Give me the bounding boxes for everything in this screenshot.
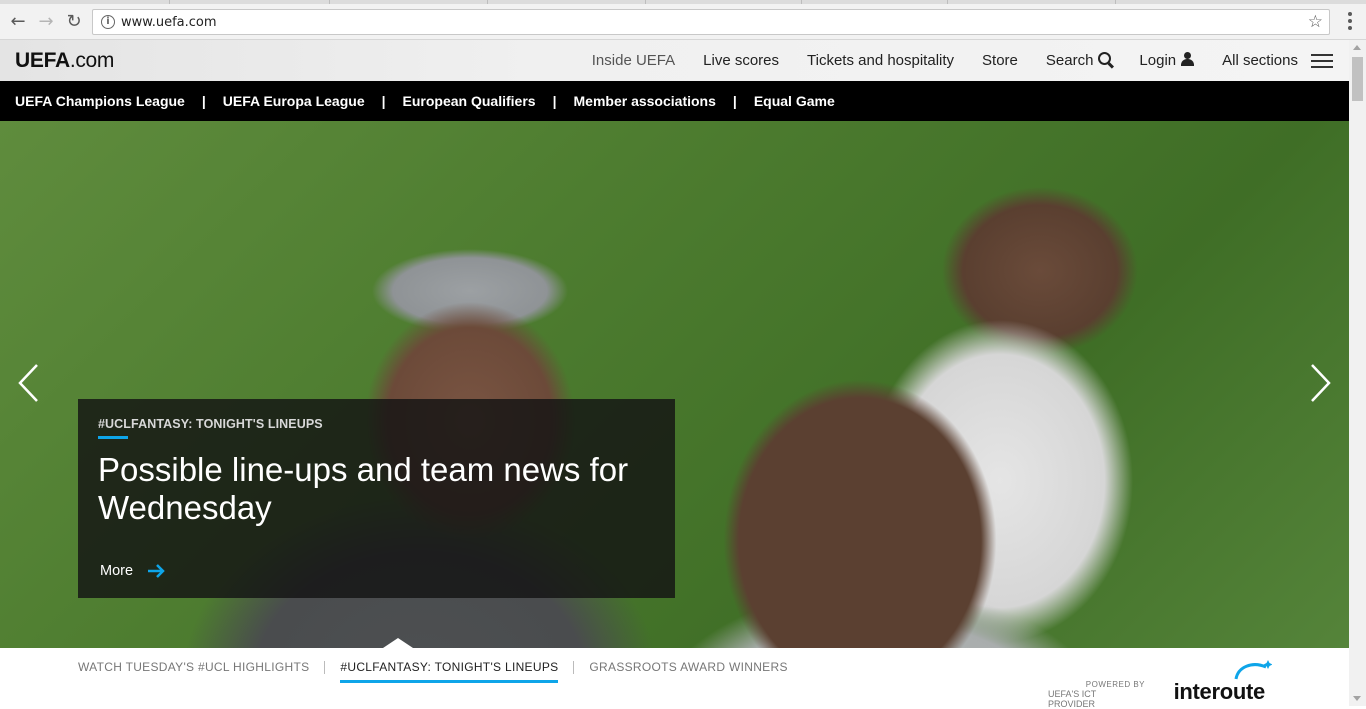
tab-uclfantasy-lineups[interactable]: #UCLFANTASY: TONIGHT'S LINEUPS [340, 660, 559, 683]
reload-icon: ↻ [66, 10, 82, 32]
kicker-underline [98, 436, 128, 439]
arrow-right-icon [148, 564, 165, 578]
tab-strip [0, 0, 1366, 4]
carousel-next-button[interactable] [1310, 363, 1332, 403]
page-scrollbar[interactable] [1349, 40, 1366, 706]
hero-carousel[interactable]: #UCLFANTASY: TONIGHT'S LINEUPS Possible … [0, 121, 1349, 648]
story-tabs-bar: WATCH TUESDAY'S #UCL HIGHLIGHTS #UCLFANT… [0, 648, 1349, 709]
nav-store[interactable]: Store [982, 52, 1018, 69]
tab-divider [324, 661, 326, 674]
browser-tab[interactable] [488, 0, 646, 4]
sponsor-logo[interactable]: POWERED BY UEFA'S ICT PROVIDER interoute [1048, 657, 1272, 709]
carousel-prev-button[interactable] [17, 363, 39, 403]
address-bar[interactable]: i www.uefa.com ☆ [92, 9, 1330, 35]
subnav-member-associations[interactable]: Member associations [574, 93, 716, 109]
all-sections-button[interactable]: All sections [1222, 52, 1333, 69]
browser-tab[interactable] [646, 0, 802, 4]
browser-toolbar: ← → ↻ i www.uefa.com ☆ [0, 0, 1366, 40]
tab-ucl-highlights[interactable]: WATCH TUESDAY'S #UCL HIGHLIGHTS [78, 660, 309, 683]
more-link[interactable]: More [100, 563, 165, 579]
browser-tab-divider [1115, 0, 1116, 4]
kebab-menu-icon[interactable] [1348, 12, 1352, 30]
uefa-logo[interactable]: UEFA.com [15, 49, 114, 73]
browser-tab[interactable] [0, 0, 170, 4]
story-kicker: #UCLFANTASY: TONIGHT'S LINEUPS [98, 417, 323, 431]
chevron-right-icon [1311, 364, 1331, 402]
arrow-left-icon: ← [10, 10, 26, 32]
login-button[interactable]: Login [1139, 51, 1195, 69]
arrow-right-icon: → [38, 10, 54, 32]
star-icon[interactable]: ☆ [1308, 12, 1323, 32]
scroll-up-icon[interactable] [1353, 45, 1361, 50]
nav-inside-uefa[interactable]: Inside UEFA [592, 52, 675, 69]
subnav-europa-league[interactable]: UEFA Europa League [223, 93, 365, 109]
forward-button[interactable]: → [36, 10, 56, 32]
competition-nav: UEFA Champions League | UEFA Europa Leag… [0, 81, 1349, 121]
story-headline[interactable]: Possible line-ups and team news for Wedn… [98, 451, 655, 527]
interoute-logo: interoute [1173, 679, 1266, 704]
tab-divider [573, 661, 575, 674]
hamburger-icon [1311, 53, 1333, 68]
swoosh-icon [1234, 660, 1272, 680]
nav-tickets[interactable]: Tickets and hospitality [807, 52, 954, 69]
back-button[interactable]: ← [8, 10, 28, 32]
reload-button[interactable]: ↻ [64, 10, 84, 32]
subnav-equal-game[interactable]: Equal Game [754, 93, 835, 109]
chevron-left-icon [18, 364, 38, 402]
info-icon[interactable]: i [101, 15, 115, 29]
tab-grassroots-award[interactable]: GRASSROOTS AWARD WINNERS [589, 660, 787, 683]
scrollbar-thumb[interactable] [1352, 57, 1363, 101]
site-header: UEFA.com Inside UEFA Live scores Tickets… [0, 40, 1349, 81]
browser-tab[interactable] [330, 0, 488, 4]
scroll-down-icon[interactable] [1353, 696, 1361, 701]
subnav-european-qualifiers[interactable]: European Qualifiers [403, 93, 536, 109]
user-icon [1181, 51, 1195, 66]
url-text[interactable]: www.uefa.com [121, 15, 217, 30]
browser-tab[interactable] [170, 0, 330, 4]
subnav-champions-league[interactable]: UEFA Champions League [15, 93, 185, 109]
active-tab-pointer [383, 638, 413, 648]
hero-story-card[interactable]: #UCLFANTASY: TONIGHT'S LINEUPS Possible … [78, 399, 675, 598]
top-nav: Inside UEFA Live scores Tickets and hosp… [592, 40, 1349, 81]
search-button[interactable]: Search [1046, 52, 1112, 69]
story-tabs: WATCH TUESDAY'S #UCL HIGHLIGHTS #UCLFANT… [78, 660, 788, 683]
nav-live-scores[interactable]: Live scores [703, 52, 779, 69]
browser-tab[interactable] [802, 0, 948, 4]
search-icon [1098, 52, 1112, 65]
